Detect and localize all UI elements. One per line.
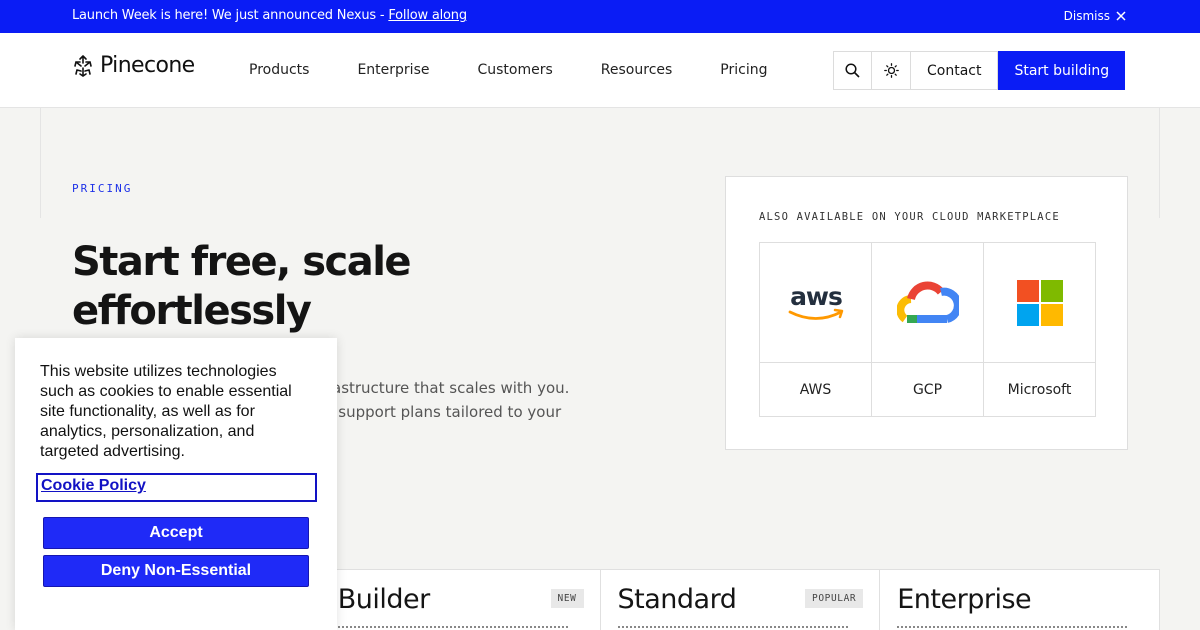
plan-card-builder[interactable]: Builder NEW — [319, 570, 600, 630]
theme-toggle-button[interactable] — [872, 51, 911, 90]
nav-actions: Contact Start building — [833, 51, 1126, 90]
nav-link-products[interactable]: Products — [249, 62, 309, 78]
accept-button[interactable]: Accept — [43, 517, 309, 549]
popular-badge: POPULAR — [805, 589, 864, 608]
nav-link-enterprise[interactable]: Enterprise — [357, 62, 429, 78]
contact-button[interactable]: Contact — [911, 51, 999, 90]
microsoft-logo — [1016, 279, 1063, 326]
nav-link-resources[interactable]: Resources — [601, 62, 673, 78]
theme-toggle-icon — [883, 63, 899, 78]
marketplace-gcp[interactable]: GCP — [871, 243, 983, 416]
plan-description-builder — [337, 626, 568, 629]
new-badge: NEW — [550, 589, 584, 608]
plan-description-enterprise — [897, 626, 1128, 629]
plan-card-enterprise[interactable]: Enterprise — [879, 570, 1160, 630]
aws-logo-text: aws — [790, 282, 842, 311]
plan-name-enterprise: Enterprise — [897, 584, 1032, 615]
announcement-banner: Launch Week is here! We just announced N… — [0, 0, 1200, 33]
pinecone-logo-icon — [74, 54, 92, 77]
banner-follow-link[interactable]: Follow along — [388, 8, 467, 23]
plan-description-standard — [617, 626, 848, 629]
marketplace-gcp-logo-area — [872, 243, 983, 363]
marketplace-aws-logo-area: aws — [760, 243, 871, 363]
marketplace-aws-label: AWS — [799, 381, 832, 398]
page-title: Start free, scale effortlessly — [72, 239, 412, 334]
dismiss-button[interactable]: Dismiss — [1064, 9, 1126, 23]
pinecone-logo[interactable]: Pinecone — [72, 53, 195, 78]
search-button[interactable] — [833, 51, 872, 90]
dismiss-label: Dismiss — [1063, 9, 1110, 23]
marketplace-gcp-label: GCP — [912, 381, 943, 398]
nav-link-customers[interactable]: Customers — [477, 62, 552, 78]
nav-links: Products Enterprise Customers Resources … — [249, 62, 768, 78]
plan-name-builder: Builder — [337, 584, 431, 615]
plan-card-standard[interactable]: Standard POPULAR — [599, 570, 880, 630]
aws-logo: aws — [788, 282, 843, 320]
marketplace-aws[interactable]: aws AWS — [760, 243, 871, 416]
pricing-eyebrow: PRICING — [72, 182, 133, 195]
cookie-policy-link[interactable]: Cookie Policy — [36, 473, 317, 502]
close-icon — [1116, 11, 1126, 21]
cookie-message: This website utilizes technologies such … — [40, 363, 292, 460]
marketplace-microsoft-label: Microsoft — [1007, 381, 1072, 398]
deny-non-essential-button[interactable]: Deny Non-Essential — [43, 555, 309, 587]
marketplace-microsoft-logo-area — [984, 243, 1095, 363]
banner-text: Launch Week is here! We just announced N… — [72, 8, 389, 23]
marketplace-grid: aws AWS GCP Microsoft — [759, 242, 1096, 417]
start-building-button[interactable]: Start building — [998, 51, 1126, 90]
search-icon — [845, 63, 860, 78]
marketplace-microsoft[interactable]: Microsoft — [983, 243, 1095, 416]
nav-link-pricing[interactable]: Pricing — [720, 62, 767, 78]
cookie-consent-dialog: This website utilizes technologies such … — [15, 338, 337, 630]
gcp-logo — [896, 281, 959, 323]
banner-message: Launch Week is here! We just announced N… — [72, 8, 467, 23]
cloud-marketplace-panel: ALSO AVAILABLE ON YOUR CLOUD MARKETPLACE… — [725, 176, 1128, 450]
marketplace-title: ALSO AVAILABLE ON YOUR CLOUD MARKETPLACE — [759, 211, 1060, 223]
main-nav: Pinecone Products Enterprise Customers R… — [0, 33, 1200, 108]
logo-text: Pinecone — [100, 53, 195, 78]
plan-name-standard: Standard — [617, 584, 737, 615]
